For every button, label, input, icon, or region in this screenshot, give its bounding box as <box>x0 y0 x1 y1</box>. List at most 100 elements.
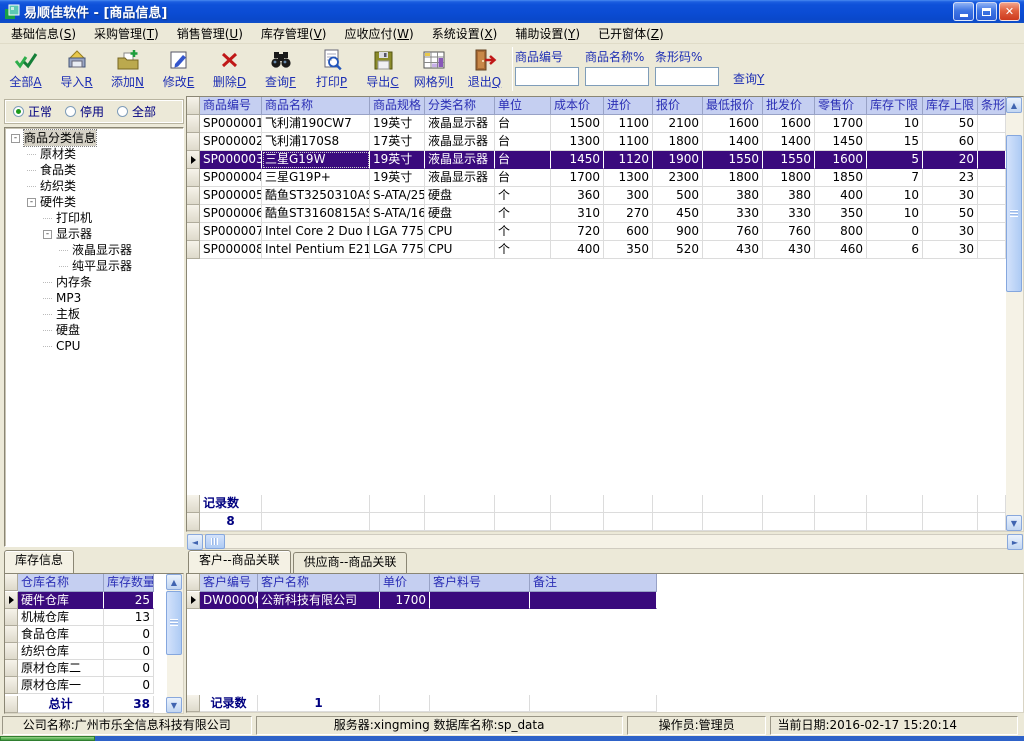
menu-item-2[interactable]: 采购管理(T) <box>85 23 168 44</box>
filter-radio-2[interactable]: 停用 <box>65 103 104 120</box>
tree-expand-icon[interactable]: - <box>11 134 20 143</box>
scroll-up-button[interactable]: ▲ <box>1006 97 1022 113</box>
search-input-2[interactable] <box>585 67 649 86</box>
scroll-up-button[interactable]: ▲ <box>166 574 182 590</box>
tree-node-1[interactable]: -商品分类信息 <box>5 130 183 146</box>
tree-node-9[interactable]: 纯平显示器 <box>5 258 183 274</box>
table-row[interactable]: SP000005酷鱼ST3250310ASS-ATA/250G硬盘个360300… <box>187 187 1006 205</box>
menu-item-7[interactable]: 辅助设置(Y) <box>506 23 589 44</box>
column-header[interactable]: 分类名称 <box>425 97 495 115</box>
column-header[interactable]: 条形码 <box>978 97 1006 115</box>
tree-node-5[interactable]: -硬件类 <box>5 194 183 210</box>
vscroll-thumb[interactable] <box>1006 135 1022 292</box>
column-header[interactable]: 商品名称 <box>262 97 370 115</box>
filter-radio-3[interactable]: 全部 <box>117 103 156 120</box>
close-button[interactable]: ✕ <box>999 2 1020 21</box>
title-bar: 易顺佳软件 - [商品信息] ✕ <box>0 0 1024 23</box>
scroll-down-button[interactable]: ▼ <box>1006 515 1022 531</box>
delete-x-button[interactable]: 删除D <box>204 44 255 90</box>
table-row[interactable]: SP000008Intel Pentium E2140LGA 775CPU个40… <box>187 241 1006 259</box>
scroll-left-button[interactable]: ◄ <box>187 534 203 550</box>
tree-node-14[interactable]: CPU <box>5 338 183 354</box>
column-header[interactable]: 商品规格 <box>370 97 425 115</box>
column-header[interactable]: 单价 <box>380 574 430 592</box>
tree-node-10[interactable]: 内存条 <box>5 274 183 290</box>
tree-expand-icon[interactable]: - <box>43 230 52 239</box>
search-input-1[interactable] <box>515 67 579 86</box>
table-row[interactable]: DW000002公新科技有限公司1700 <box>187 592 657 609</box>
menu-item-3[interactable]: 销售管理(U) <box>168 23 252 44</box>
column-header[interactable]: 客户料号 <box>430 574 530 592</box>
tree-expand-icon[interactable]: - <box>27 198 36 207</box>
menu-item-5[interactable]: 应收应付(W) <box>335 23 422 44</box>
minimize-button[interactable] <box>953 2 974 21</box>
table-row[interactable]: 纺织仓库0 <box>5 643 154 660</box>
scroll-down-button[interactable]: ▼ <box>166 697 182 713</box>
check-all-button[interactable]: 全部A <box>0 44 51 90</box>
tree-node-12[interactable]: 主板 <box>5 306 183 322</box>
add-folder-button[interactable]: 添加N <box>102 44 153 90</box>
footer-cell <box>604 495 653 513</box>
column-header[interactable]: 商品编号 <box>200 97 262 115</box>
tree-node-4[interactable]: 纺织类 <box>5 178 183 194</box>
exit-door-button[interactable]: 退出Q <box>459 44 510 90</box>
table-row[interactable]: 原材仓库二0 <box>5 660 154 677</box>
tab-inventory-info[interactable]: 库存信息 <box>4 550 74 573</box>
scroll-right-button[interactable]: ► <box>1007 534 1023 550</box>
grid-selector-header <box>187 574 200 591</box>
table-row[interactable]: SP000002飞利浦170S817英寸液晶显示器台13001100180014… <box>187 133 1006 151</box>
table-cell: Intel Pentium E2140 <box>262 241 370 259</box>
table-row[interactable]: SP000004三星G19P+19英寸液晶显示器台170013002300180… <box>187 169 1006 187</box>
column-header[interactable]: 备注 <box>530 574 657 592</box>
table-row[interactable]: 硬件仓库25 <box>5 592 154 609</box>
restore-button[interactable] <box>976 2 997 21</box>
column-header[interactable]: 报价 <box>653 97 703 115</box>
column-header[interactable]: 库存数量 <box>104 574 154 592</box>
column-header[interactable]: 批发价 <box>763 97 815 115</box>
tree-node-6[interactable]: 打印机 <box>5 210 183 226</box>
filter-radio-1[interactable]: 正常 <box>13 103 52 120</box>
table-row[interactable]: 原材仓库一0 <box>5 677 154 694</box>
column-header[interactable]: 库存下限 <box>867 97 923 115</box>
menu-item-4[interactable]: 库存管理(V) <box>252 23 336 44</box>
print-preview-button[interactable]: 打印P <box>306 44 357 90</box>
find-binoculars-button[interactable]: 查询F <box>255 44 306 90</box>
table-row[interactable]: 食品仓库0 <box>5 626 154 643</box>
column-header[interactable]: 单位 <box>495 97 551 115</box>
menu-item-8[interactable]: 已开窗体(Z) <box>589 23 673 44</box>
tree-node-3[interactable]: 食品类 <box>5 162 183 178</box>
export-floppy-button[interactable]: 导出C <box>357 44 408 90</box>
tab-relation-2[interactable]: 供应商--商品关联 <box>293 552 408 573</box>
column-header[interactable]: 仓库名称 <box>18 574 104 592</box>
vscroll-thumb[interactable] <box>166 591 182 655</box>
search-field-3: 条形码% <box>655 48 719 86</box>
column-header[interactable]: 客户编号 <box>200 574 258 592</box>
tree-node-8[interactable]: 液晶显示器 <box>5 242 183 258</box>
menu-item-1[interactable]: 基础信息(S) <box>2 23 85 44</box>
import-printer-button[interactable]: 导入R <box>51 44 102 90</box>
table-row[interactable]: SP000003三星G19W19英寸液晶显示器台1450112019001550… <box>187 151 1006 169</box>
column-header[interactable]: 客户名称 <box>258 574 380 592</box>
tree-node-11[interactable]: MP3 <box>5 290 183 306</box>
column-header[interactable]: 零售价 <box>815 97 867 115</box>
hscroll-thumb[interactable] <box>205 534 225 549</box>
column-header[interactable]: 最低报价 <box>703 97 763 115</box>
table-row[interactable]: SP000006酷鱼ST3160815AS(盒S-ATA/160G硬盘个3102… <box>187 205 1006 223</box>
tab-relation-1[interactable]: 客户--商品关联 <box>188 550 291 573</box>
table-row[interactable]: SP000007Intel Core 2 Duo E450LGA 775CPU个… <box>187 223 1006 241</box>
tree-node-2[interactable]: 原材类 <box>5 146 183 162</box>
tree-node-13[interactable]: 硬盘 <box>5 322 183 338</box>
table-row[interactable]: SP000001飞利浦190CW719英寸液晶显示器台1500110021001… <box>187 115 1006 133</box>
grid-columns-button[interactable]: 网格列I <box>408 44 459 90</box>
query-link[interactable]: 查询Y <box>733 70 764 87</box>
table-cell: 430 <box>703 241 763 259</box>
menu-item-6[interactable]: 系统设置(X) <box>423 23 507 44</box>
column-header[interactable]: 成本价 <box>551 97 604 115</box>
status-filter-group: 正常停用全部 <box>4 99 184 124</box>
tree-node-7[interactable]: -显示器 <box>5 226 183 242</box>
column-header[interactable]: 库存上限 <box>923 97 978 115</box>
edit-pencil-button[interactable]: 修改E <box>153 44 204 90</box>
search-input-3[interactable] <box>655 67 719 86</box>
column-header[interactable]: 进价 <box>604 97 653 115</box>
table-row[interactable]: 机械仓库13 <box>5 609 154 626</box>
